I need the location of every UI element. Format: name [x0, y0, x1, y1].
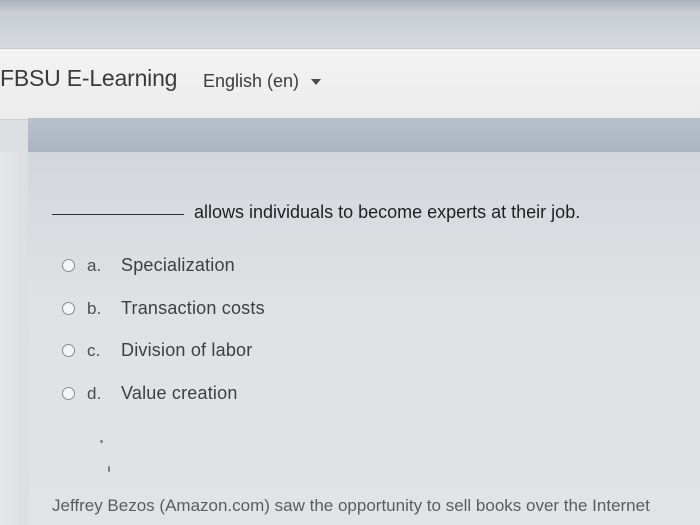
option-a[interactable]: a. Specialization: [62, 255, 235, 276]
language-menu[interactable]: English (en): [203, 71, 322, 92]
option-label[interactable]: Division of labor: [121, 340, 252, 361]
radio-unchecked-icon[interactable]: [62, 302, 75, 315]
caret-down-icon[interactable]: [311, 78, 322, 85]
option-d[interactable]: d. Value creation: [62, 383, 238, 404]
option-c[interactable]: c. Division of labor: [62, 340, 252, 361]
site-brand[interactable]: FBSU E-Learning: [0, 65, 177, 92]
question-header-band: [28, 118, 700, 152]
option-letter: a.: [87, 255, 102, 275]
radio-unchecked-icon[interactable]: [62, 259, 75, 272]
option-label[interactable]: Specialization: [121, 255, 235, 276]
radio-unchecked-icon[interactable]: [62, 387, 75, 400]
question-stem: allows individuals to become experts at …: [52, 202, 580, 223]
stray-mark: [108, 466, 110, 472]
next-question-text: Jeffrey Bezos (Amazon.com) saw the oppor…: [52, 496, 650, 515]
navbar: FBSU E-Learning English (en): [0, 48, 700, 120]
option-label[interactable]: Transaction costs: [121, 298, 265, 319]
option-b[interactable]: b. Transaction costs: [62, 298, 265, 319]
question-text: allows individuals to become experts at …: [194, 202, 581, 222]
option-label[interactable]: Value creation: [121, 383, 238, 404]
fill-in-blank-line: [52, 214, 184, 215]
left-gutter: [0, 152, 28, 525]
browser-top-strip: [0, 0, 700, 48]
radio-unchecked-icon[interactable]: [62, 344, 75, 357]
option-letter: d.: [87, 383, 102, 403]
stray-dot: [100, 440, 103, 443]
option-letter: b.: [87, 298, 102, 318]
language-label[interactable]: English (en): [203, 71, 299, 92]
option-letter: c.: [87, 340, 101, 360]
